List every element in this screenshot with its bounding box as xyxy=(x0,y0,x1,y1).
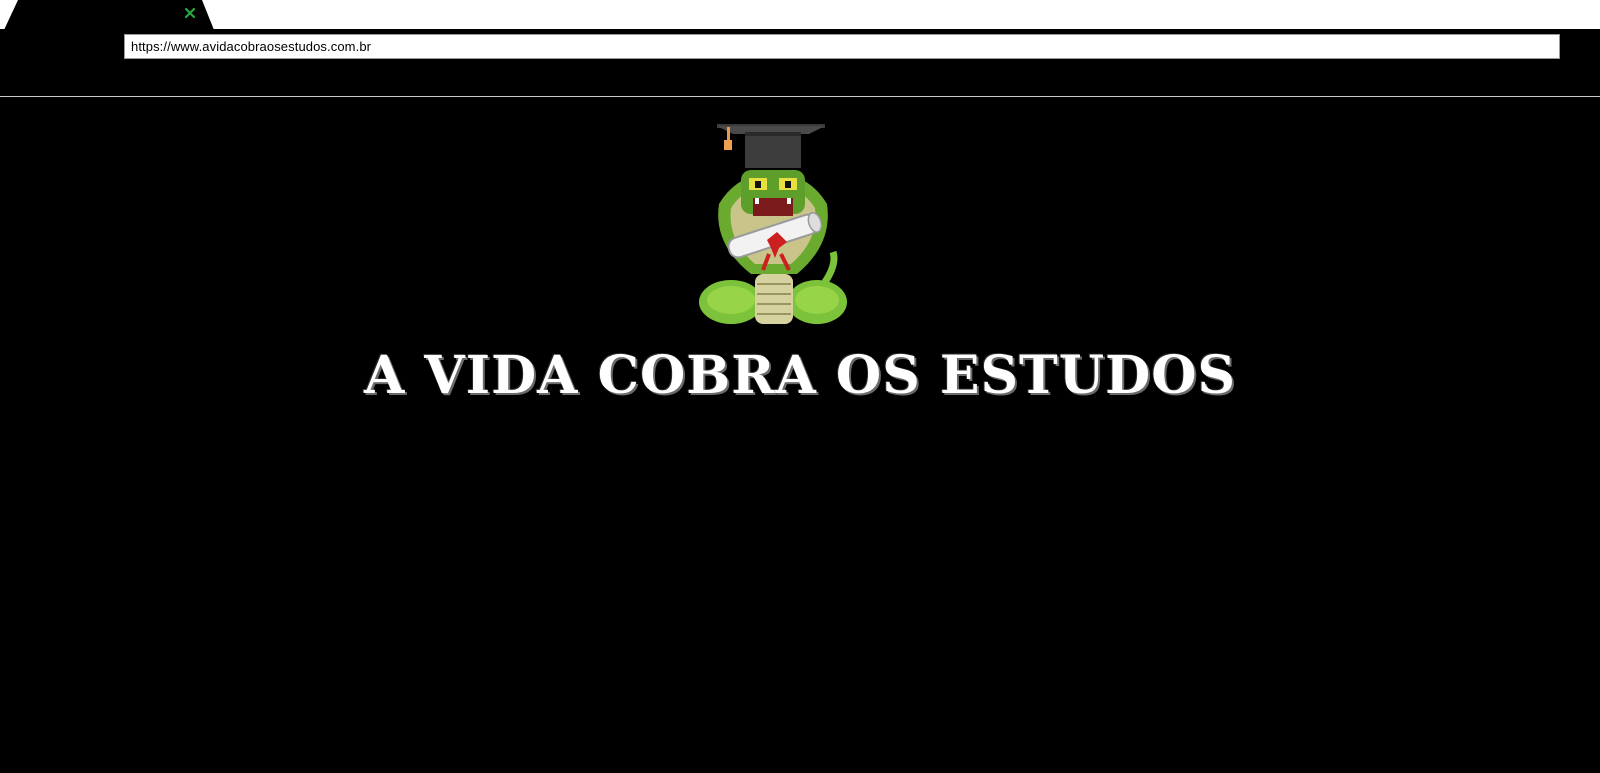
cobra-graduate-logo-icon xyxy=(697,124,857,334)
address-bar-url: https://www.avidacobraosestudos.com.br xyxy=(131,39,372,54)
tab-strip xyxy=(0,0,1600,30)
browser-chrome: https://www.avidacobraosestudos.com.br xyxy=(0,0,1600,97)
site-title: A VIDA COBRA OS ESTUDOS xyxy=(363,345,1237,406)
page-content: A VIDA COBRA OS ESTUDOS xyxy=(0,97,1600,773)
address-bar[interactable]: https://www.avidacobraosestudos.com.br xyxy=(124,34,1560,59)
close-icon[interactable] xyxy=(184,7,196,19)
browser-tab[interactable] xyxy=(4,0,214,30)
